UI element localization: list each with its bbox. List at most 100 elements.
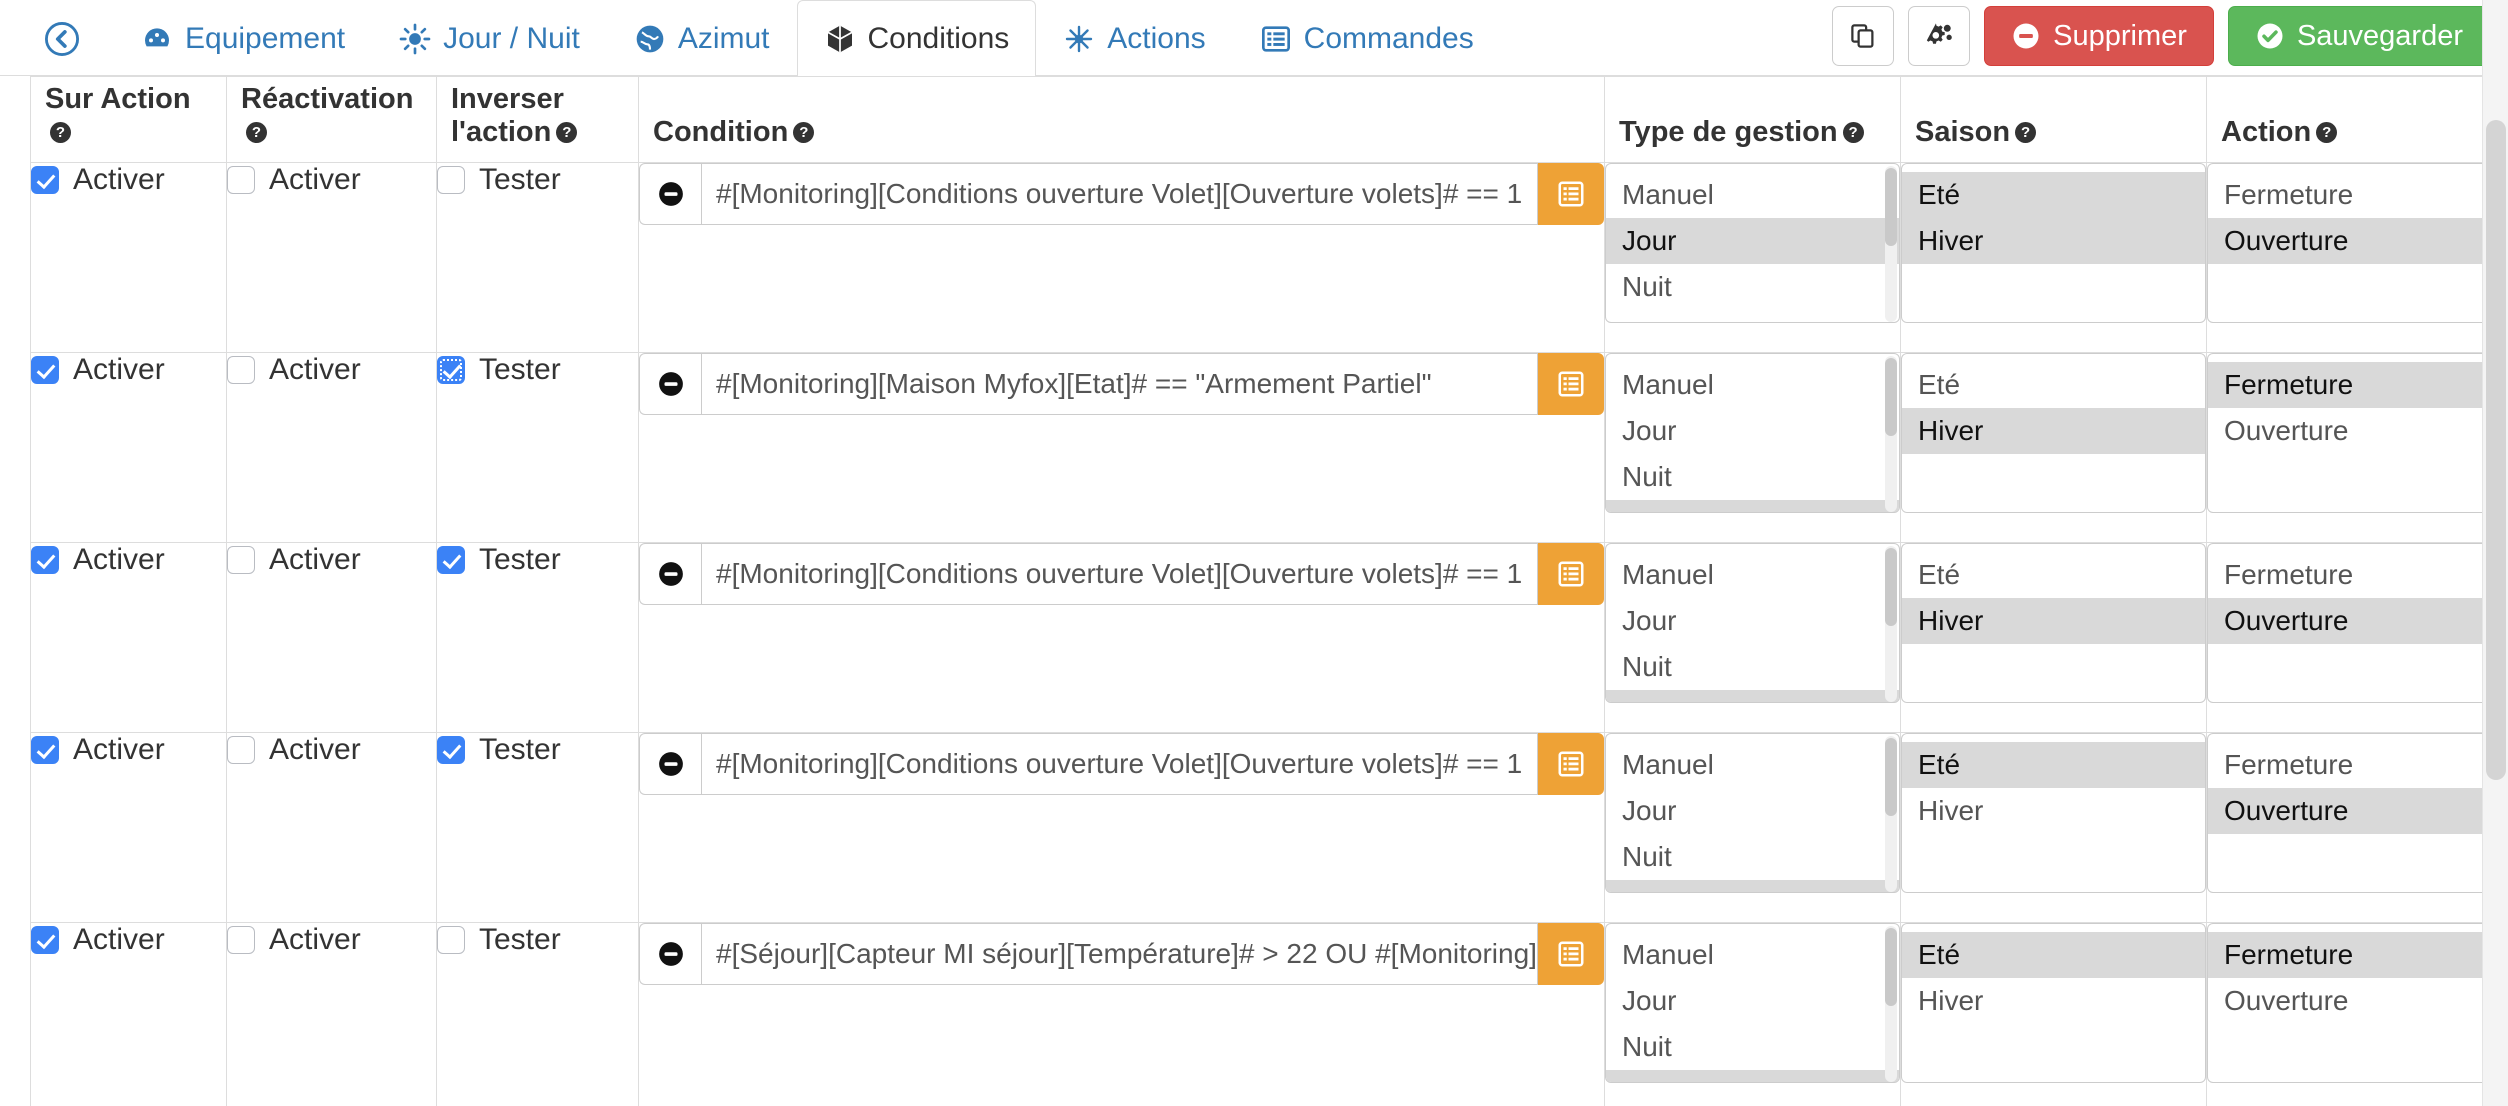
tab-equipement[interactable]: Equipement — [114, 0, 372, 77]
page-scrollbar-thumb[interactable] — [2486, 120, 2506, 780]
reactivation[interactable]: Activer — [227, 923, 436, 957]
type-gestion-select-option[interactable]: Manuel — [1606, 552, 1899, 598]
configuration-button[interactable] — [1908, 6, 1971, 66]
action-select-option[interactable]: Fermeture — [2208, 742, 2499, 788]
type-gestion-select-option[interactable]: Azimut — [1606, 310, 1899, 322]
remove-condition-button[interactable] — [639, 353, 701, 415]
condition-expression-builder-button[interactable] — [1538, 923, 1604, 985]
condition-input[interactable]: #[Monitoring][Maison Myfox][Etat]# == "A… — [701, 353, 1538, 415]
saison-select-option[interactable]: Hiver — [1902, 218, 2205, 264]
condition-input[interactable]: #[Monitoring][Conditions ouverture Volet… — [701, 543, 1538, 605]
action-select-option[interactable]: Fermeture — [2208, 362, 2499, 408]
sur-action[interactable]: Activer — [31, 733, 226, 767]
saison-select[interactable]: Eté Hiver — [1901, 923, 2206, 1083]
remove-condition-button[interactable] — [639, 923, 701, 985]
delete-button[interactable]: Supprimer — [1984, 6, 2214, 66]
tab-azimut[interactable]: Azimut — [607, 0, 797, 77]
sur-action-checkbox[interactable] — [31, 926, 59, 954]
back-button[interactable] — [0, 0, 114, 77]
tab-actions[interactable]: Actions — [1036, 0, 1232, 77]
type-gestion-select-option[interactable]: Nuit — [1606, 644, 1899, 690]
type-gestion-select-option[interactable]: Manuel — [1606, 362, 1899, 408]
help-icon[interactable]: ? — [1842, 121, 1864, 143]
inverser-action-checkbox[interactable] — [437, 356, 465, 384]
remove-condition-button[interactable] — [639, 733, 701, 795]
saison-select-option[interactable]: Eté — [1902, 172, 2205, 218]
type-gestion-select-option[interactable]: Azimut — [1606, 880, 1899, 892]
type-gestion-select-option[interactable]: Nuit — [1606, 834, 1899, 880]
sur-action[interactable]: Activer — [31, 353, 226, 387]
action-select-option[interactable]: Ouverture — [2208, 788, 2499, 834]
type-gestion-select-option[interactable]: Jour — [1606, 218, 1899, 264]
type-gestion-select-option[interactable]: Jour — [1606, 408, 1899, 454]
tab-jour-nuit[interactable]: Jour / Nuit — [372, 0, 607, 77]
inverser-action-checkbox[interactable] — [437, 166, 465, 194]
type-gestion-select-scroll-thumb[interactable] — [1885, 358, 1897, 436]
remove-condition-button[interactable] — [639, 163, 701, 225]
type-gestion-select[interactable]: ManuelJourNuitAzimut — [1605, 733, 1900, 893]
saison-select-option[interactable]: Eté — [1902, 932, 2205, 978]
tab-commandes[interactable]: Commandes — [1233, 0, 1501, 77]
condition-input[interactable]: #[Séjour][Capteur MI séjour][Température… — [701, 923, 1538, 985]
condition-expression-builder-button[interactable] — [1538, 353, 1604, 415]
type-gestion-select[interactable]: ManuelJourNuitAzimut — [1605, 543, 1900, 703]
reactivation-checkbox[interactable] — [227, 546, 255, 574]
type-gestion-select-option[interactable]: Nuit — [1606, 264, 1899, 310]
sur-action-checkbox[interactable] — [31, 546, 59, 574]
sur-action-checkbox[interactable] — [31, 356, 59, 384]
action-select-option[interactable]: Ouverture — [2208, 598, 2499, 644]
type-gestion-select-scroll-thumb[interactable] — [1885, 928, 1897, 1006]
action-select[interactable]: Fermeture Ouverture — [2207, 733, 2500, 893]
saison-select-option[interactable]: Eté — [1902, 552, 2205, 598]
help-icon[interactable]: ? — [50, 121, 71, 143]
help-icon[interactable]: ? — [2015, 121, 2037, 143]
sur-action[interactable]: Activer — [31, 923, 226, 957]
action-select-option[interactable]: Fermeture — [2208, 552, 2499, 598]
type-gestion-select-scroll-thumb[interactable] — [1885, 168, 1897, 246]
inverser-action[interactable]: Tester — [437, 733, 638, 767]
saison-select-option[interactable]: Eté — [1902, 362, 2205, 408]
reactivation[interactable]: Activer — [227, 543, 436, 577]
type-gestion-select[interactable]: ManuelJourNuitAzimut — [1605, 923, 1900, 1083]
type-gestion-select-option[interactable]: Manuel — [1606, 932, 1899, 978]
type-gestion-select-option[interactable]: Manuel — [1606, 742, 1899, 788]
condition-expression-builder-button[interactable] — [1538, 543, 1604, 605]
type-gestion-select-option[interactable]: Jour — [1606, 978, 1899, 1024]
inverser-action[interactable]: Tester — [437, 163, 638, 197]
condition-input[interactable]: #[Monitoring][Conditions ouverture Volet… — [701, 733, 1538, 795]
saison-select-option[interactable]: Hiver — [1902, 978, 2205, 1024]
saison-select[interactable]: Eté Hiver — [1901, 733, 2206, 893]
tab-conditions[interactable]: Conditions — [796, 0, 1037, 77]
action-select-option[interactable]: Ouverture — [2208, 218, 2499, 264]
saison-select[interactable]: Eté Hiver — [1901, 353, 2206, 513]
inverser-action-checkbox[interactable] — [437, 546, 465, 574]
action-select-option[interactable]: Fermeture — [2208, 172, 2499, 218]
type-gestion-select[interactable]: ManuelJourNuitAzimut — [1605, 353, 1900, 513]
inverser-action[interactable]: Tester — [437, 353, 638, 387]
reactivation-checkbox[interactable] — [227, 736, 255, 764]
inverser-action[interactable]: Tester — [437, 543, 638, 577]
sur-action-checkbox[interactable] — [31, 736, 59, 764]
save-button[interactable]: Sauvegarder — [2227, 6, 2490, 66]
inverser-action[interactable]: Tester — [437, 923, 638, 957]
condition-input[interactable]: #[Monitoring][Conditions ouverture Volet… — [701, 163, 1538, 225]
sur-action-checkbox[interactable] — [31, 166, 59, 194]
reactivation-checkbox[interactable] — [227, 166, 255, 194]
type-gestion-select-option[interactable]: Jour — [1606, 788, 1899, 834]
action-select[interactable]: Fermeture Ouverture — [2207, 163, 2500, 323]
inverser-action-checkbox[interactable] — [437, 926, 465, 954]
reactivation[interactable]: Activer — [227, 353, 436, 387]
type-gestion-select-option[interactable]: Manuel — [1606, 172, 1899, 218]
page-scrollbar[interactable] — [2482, 0, 2508, 1106]
condition-expression-builder-button[interactable] — [1538, 163, 1604, 225]
action-select-option[interactable]: Fermeture — [2208, 932, 2499, 978]
type-gestion-select-option[interactable]: Nuit — [1606, 454, 1899, 500]
type-gestion-select-option[interactable]: Nuit — [1606, 1024, 1899, 1070]
help-icon[interactable]: ? — [556, 121, 578, 143]
help-icon[interactable]: ? — [793, 121, 815, 143]
saison-select-option[interactable]: Hiver — [1902, 598, 2205, 644]
action-select[interactable]: Fermeture Ouverture — [2207, 543, 2500, 703]
condition-expression-builder-button[interactable] — [1538, 733, 1604, 795]
saison-select[interactable]: Eté Hiver — [1901, 163, 2206, 323]
sur-action[interactable]: Activer — [31, 543, 226, 577]
